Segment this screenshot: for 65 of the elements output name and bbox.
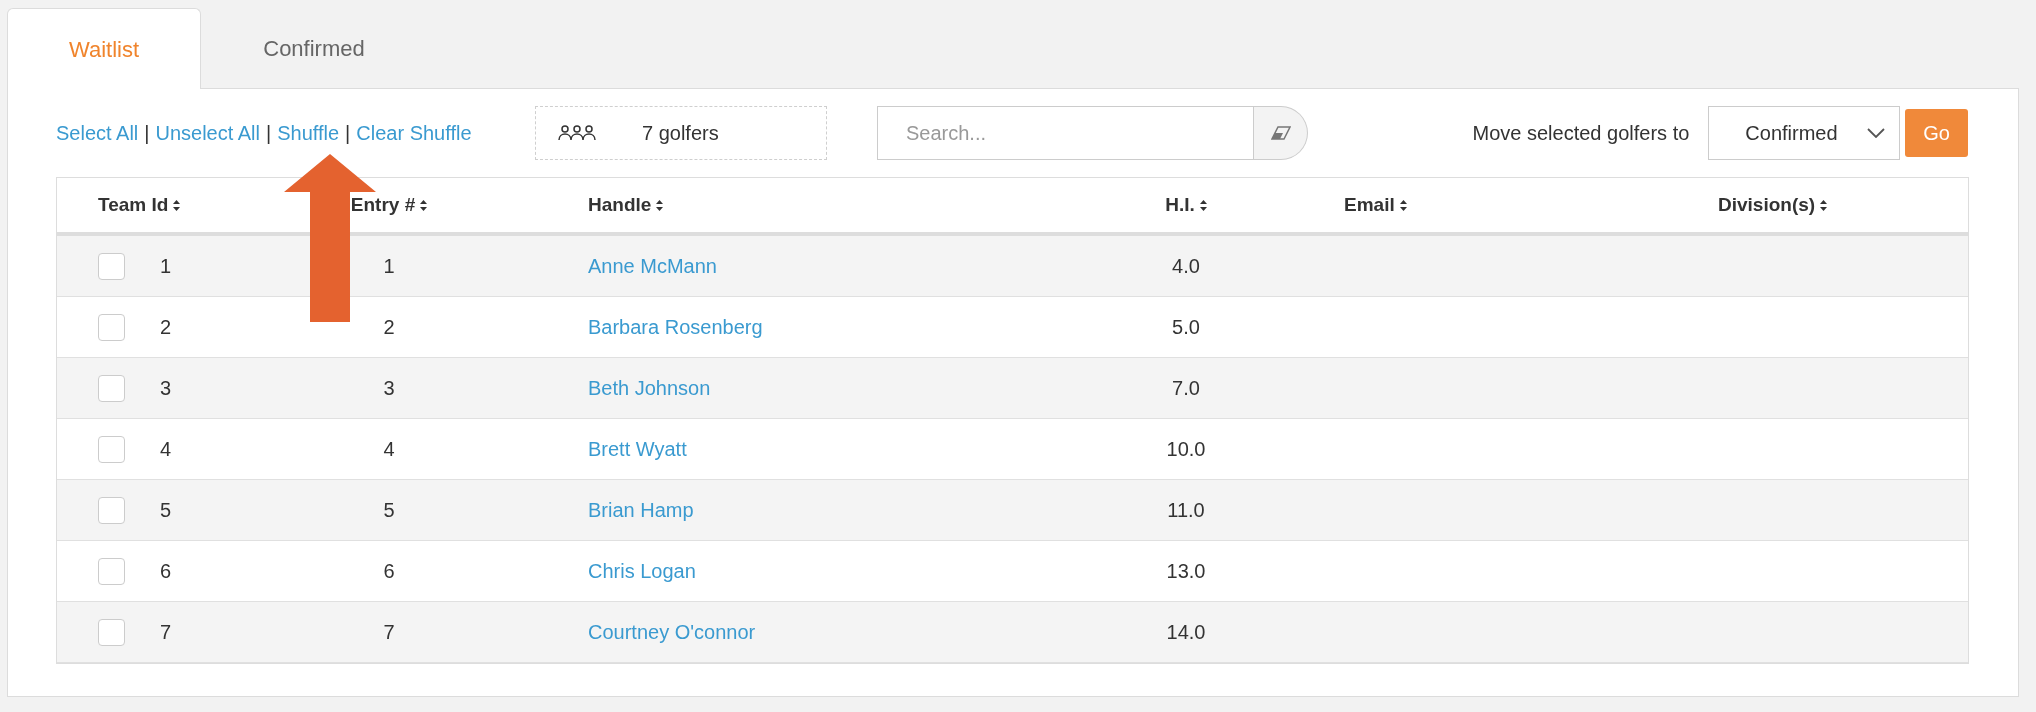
sort-icon[interactable] — [173, 199, 181, 211]
table-cell-text: 1 — [383, 254, 395, 279]
golfer-link[interactable]: Brett Wyatt — [588, 434, 687, 464]
tab[interactable]: Confirmed — [201, 8, 427, 89]
toolbar-link[interactable]: Unselect All — [155, 118, 260, 148]
table-cell-text: 2 — [383, 315, 395, 340]
toolbar-link[interactable]: Select All — [56, 118, 139, 148]
table-cell-text: 1 — [160, 254, 172, 279]
eraser-icon — [1270, 126, 1291, 140]
column-header[interactable]: Email — [1344, 190, 1395, 220]
table-cell-text: 5 — [160, 498, 172, 523]
toolbar-link[interactable]: Clear Shuffle — [356, 118, 472, 148]
sort-icon[interactable] — [1820, 199, 1828, 211]
checkbox[interactable] — [98, 557, 125, 585]
checkbox[interactable] — [98, 618, 125, 646]
table-cell-text: 4 — [383, 437, 395, 462]
table-cell-text: 4.0 — [1172, 254, 1200, 279]
table-cell-text: 3 — [160, 376, 172, 401]
clear-search-button[interactable] — [1254, 106, 1308, 160]
table-cell-text: 5 — [383, 498, 395, 523]
table-cell-text: 6 — [160, 559, 172, 584]
column-header[interactable]: Handle — [588, 190, 652, 220]
column-header[interactable]: Division(s) — [1718, 190, 1816, 220]
table-cell-text: 13.0 — [1166, 559, 1206, 584]
move-label: Move selected golfers to — [1472, 121, 1690, 146]
table-cell-text: 7.0 — [1172, 376, 1200, 401]
table-cell-text: 10.0 — [1166, 437, 1206, 462]
checkbox[interactable] — [98, 252, 125, 280]
sort-icon[interactable] — [1399, 199, 1407, 211]
sort-icon[interactable] — [420, 199, 428, 211]
checkbox[interactable] — [98, 435, 125, 463]
table-cell-text: 5.0 — [1172, 315, 1200, 340]
table-cell-text: 3 — [383, 376, 395, 401]
group-icon — [558, 124, 596, 142]
link-separator: | — [345, 121, 351, 146]
link-separator: | — [144, 121, 150, 146]
table-cell-text: 7 — [383, 620, 395, 645]
sort-icon[interactable] — [656, 199, 664, 211]
golfer-count: 7 golfers — [642, 121, 719, 146]
table-cell-text: 2 — [160, 315, 172, 340]
checkbox[interactable] — [98, 313, 125, 341]
chevron-down-icon — [1867, 128, 1886, 138]
golfer-link[interactable]: Beth Johnson — [588, 373, 711, 403]
sort-icon[interactable] — [1199, 199, 1207, 211]
table-cell-text: 6 — [383, 559, 395, 584]
destination-select[interactable]: Confirmed — [1708, 106, 1901, 160]
golfer-link[interactable]: Chris Logan — [588, 556, 696, 586]
link-separator: | — [265, 121, 272, 146]
table-cell-text: 7 — [160, 620, 172, 645]
search-field[interactable]: Search... — [877, 106, 1254, 160]
column-header[interactable]: H.I. — [1165, 190, 1195, 220]
checkbox[interactable] — [98, 374, 125, 402]
go-button[interactable]: Go — [1905, 109, 1968, 157]
golfer-link[interactable]: Anne McMann — [588, 251, 717, 281]
table-cell-text: 4 — [160, 437, 172, 462]
checkbox[interactable] — [98, 496, 125, 524]
table-cell-text: 14.0 — [1166, 620, 1206, 645]
toolbar-link[interactable]: Shuffle — [277, 118, 340, 148]
column-header[interactable]: Team Id — [98, 190, 169, 220]
table-cell-text: 11.0 — [1167, 498, 1205, 523]
tab[interactable]: Waitlist — [7, 8, 201, 89]
column-header[interactable]: Entry # — [350, 190, 416, 220]
golfer-link[interactable]: Courtney O'connor — [588, 617, 756, 647]
golfer-link[interactable]: Barbara Rosenberg — [588, 312, 763, 342]
golfer-link[interactable]: Brian Hamp — [588, 495, 694, 525]
